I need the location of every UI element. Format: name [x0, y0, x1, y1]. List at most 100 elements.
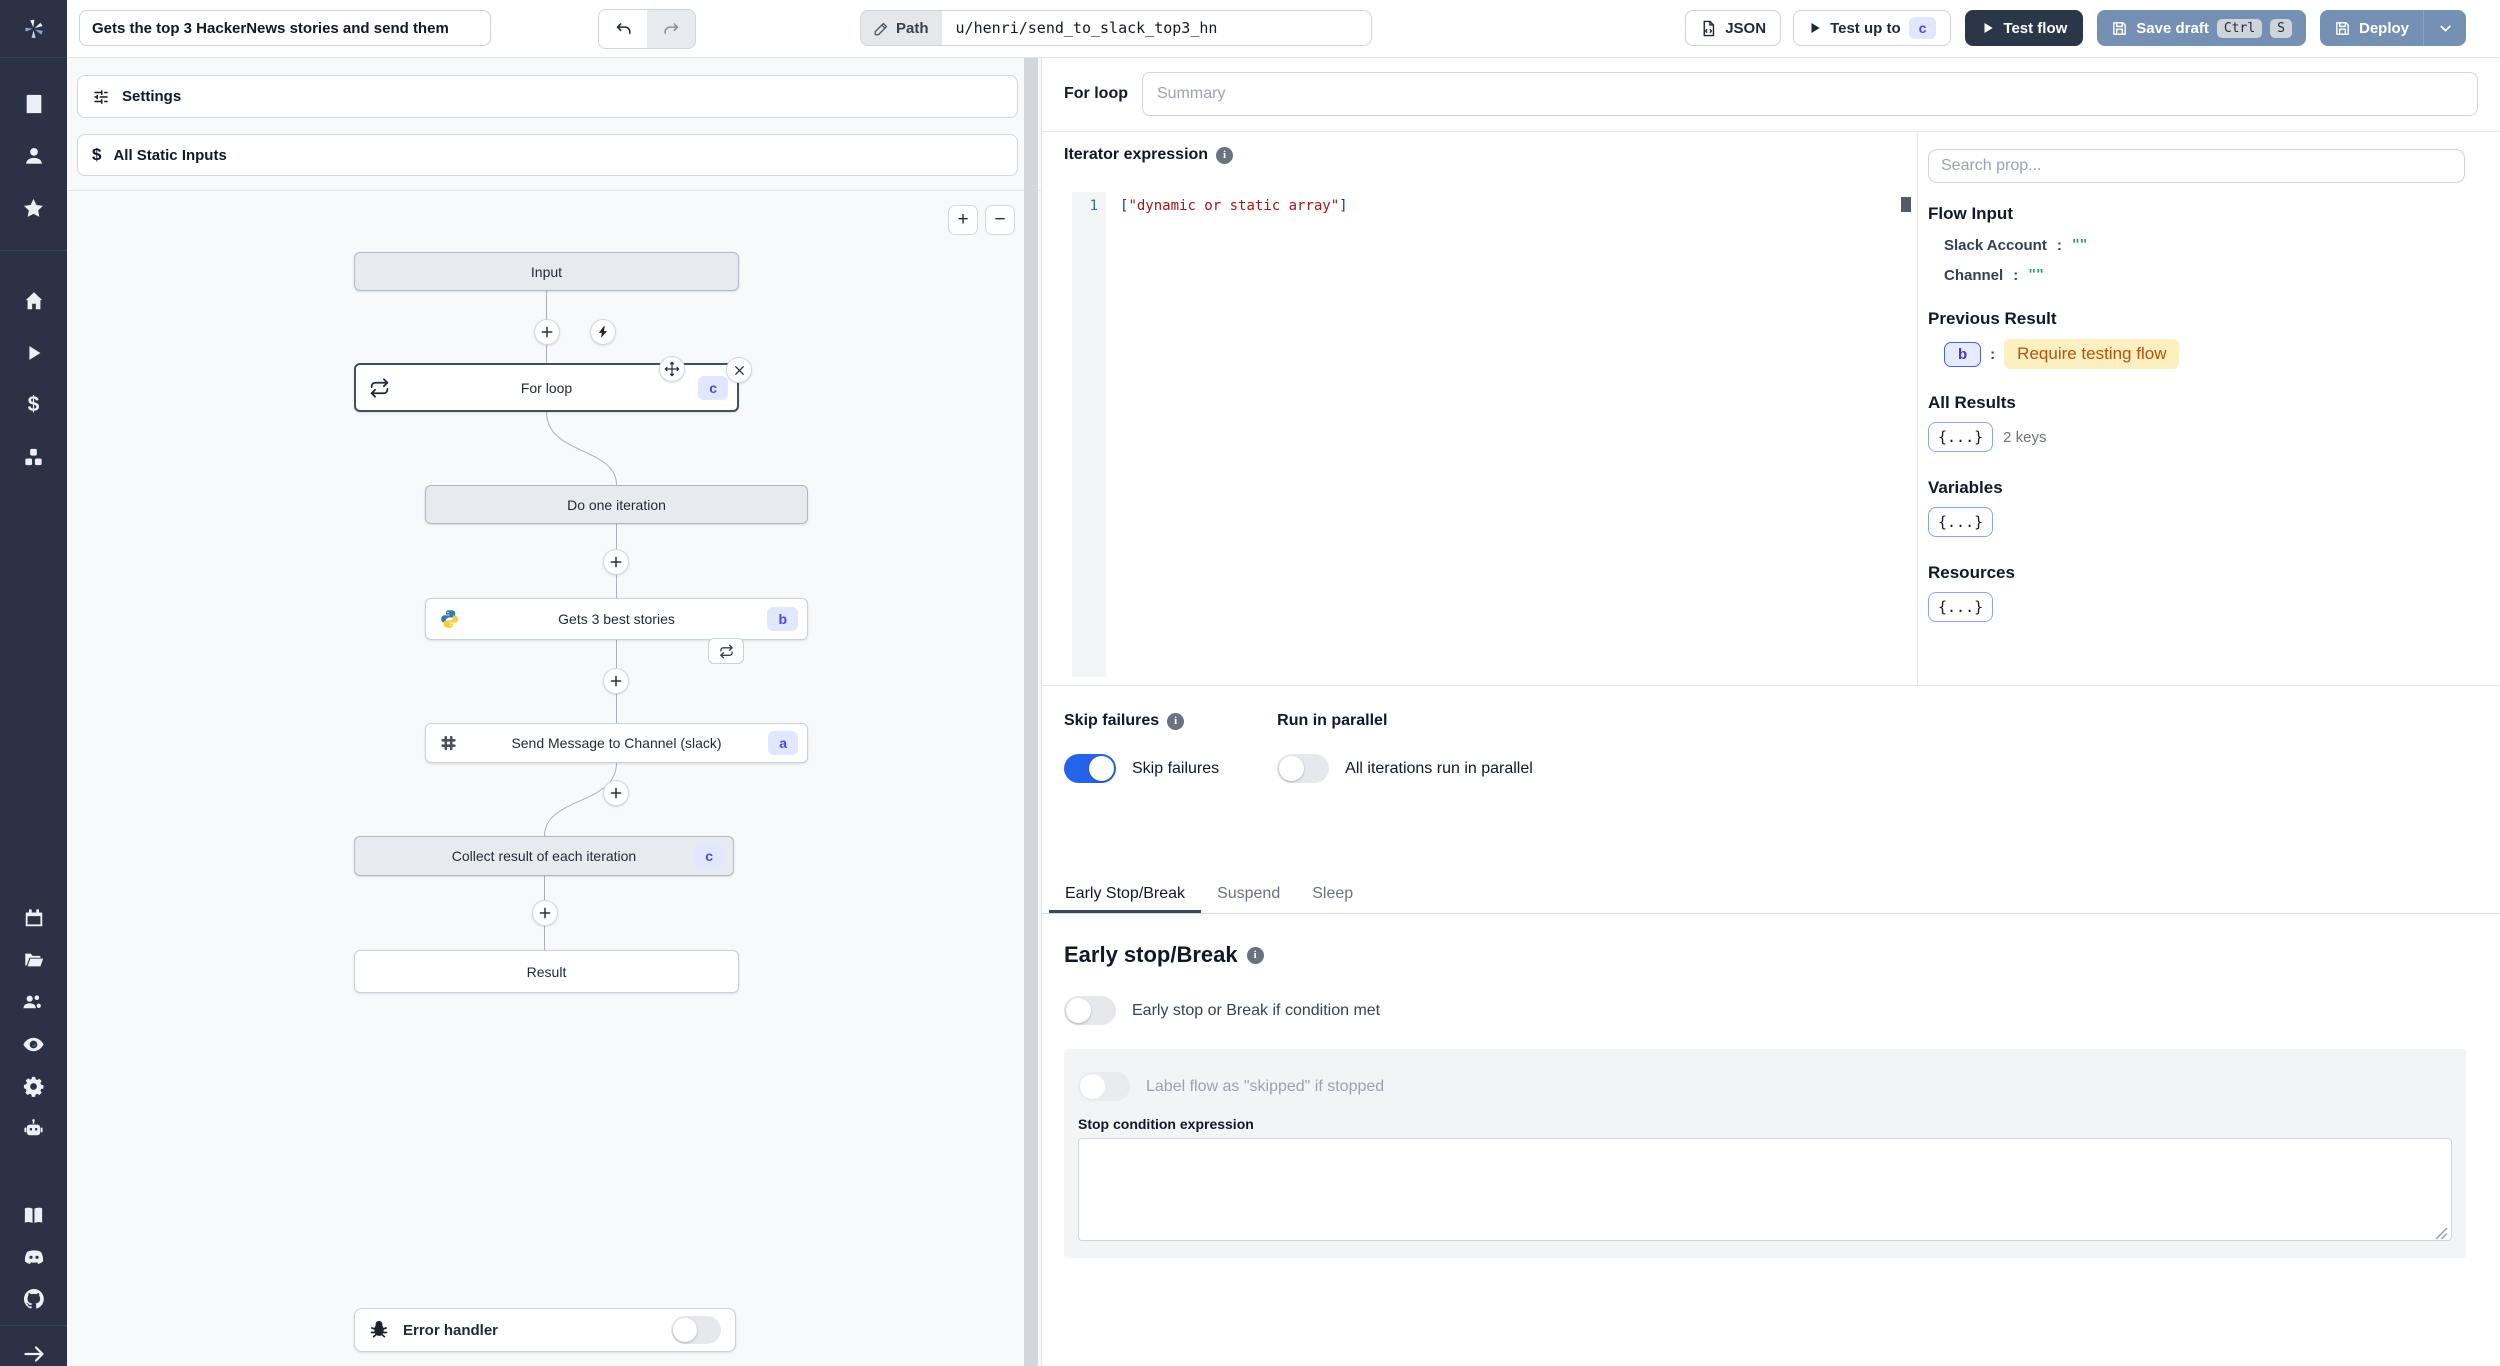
run-in-parallel-toggle[interactable]: [1277, 754, 1330, 783]
early-stop-toggle[interactable]: [1064, 996, 1116, 1025]
deploy-button[interactable]: Deploy: [2320, 10, 2423, 46]
move-step-button[interactable]: [659, 356, 685, 382]
file-icon: [1703, 20, 1715, 36]
info-icon[interactable]: i: [1216, 146, 1234, 164]
iterator-expression-label: Iterator expression: [1064, 146, 1209, 163]
user-icon[interactable]: [22, 144, 46, 168]
all-results-title: All Results: [1928, 393, 2016, 412]
insert-step-button[interactable]: [534, 319, 560, 345]
zoom-out-button[interactable]: −: [985, 205, 1015, 235]
skip-failures-label: Skip failures: [1132, 759, 1220, 777]
stop-condition-label: Stop condition expression: [1078, 1116, 1254, 1132]
schedules-calendar-icon[interactable]: [22, 906, 46, 930]
all-static-inputs-row[interactable]: $ All Static Inputs: [77, 134, 1018, 176]
plus-icon: [541, 326, 553, 338]
all-results-object-chip[interactable]: {...}: [1928, 422, 1994, 452]
zoom-in-button[interactable]: +: [948, 205, 978, 235]
prop-row-channel[interactable]: Channel : "": [1928, 267, 2465, 284]
path-field[interactable]: Path u/henri/send_to_slack_top3_hn: [860, 10, 1372, 46]
windmill-logo[interactable]: [0, 0, 67, 58]
bug-icon: [370, 1320, 388, 1338]
folders-icon[interactable]: [22, 948, 46, 972]
require-testing-warning: Require testing flow: [2004, 339, 2180, 369]
step-header: For loop: [1042, 57, 2500, 132]
early-stop-disabled-box: Label flow as "skipped" if stopped Stop …: [1064, 1049, 2466, 1258]
discord-icon[interactable]: [22, 1245, 46, 1269]
play-icon: [1984, 23, 1994, 33]
save-draft-button[interactable]: Save draft Ctrl S: [2097, 10, 2306, 46]
label-skipped-label: Label flow as "skipped" if stopped: [1146, 1077, 1385, 1095]
flow-canvas[interactable]: Settings $ All Static Inputs + − Input F…: [67, 57, 1042, 1366]
repeat-icon: [719, 644, 733, 658]
sidebar-divider: [0, 250, 67, 251]
tab-suspend[interactable]: Suspend: [1201, 874, 1296, 913]
label-skipped-toggle[interactable]: [1078, 1072, 1130, 1101]
early-stop-toggle-label: Early stop or Break if condition met: [1132, 1001, 1381, 1019]
canvas-scrollbar[interactable]: [1024, 57, 1038, 1366]
redo-button[interactable]: [647, 10, 695, 48]
retry-settings-chip[interactable]: [708, 638, 744, 664]
node-result[interactable]: Result: [354, 950, 739, 993]
flow-settings-row[interactable]: Settings: [77, 75, 1018, 118]
settings-gear-icon[interactable]: [22, 1074, 46, 1098]
summary-input[interactable]: [1141, 72, 2478, 116]
pencil-icon: [874, 22, 888, 35]
insert-step-button[interactable]: [603, 668, 629, 694]
info-icon[interactable]: i: [1167, 712, 1185, 730]
favorites-star-icon[interactable]: [22, 196, 46, 220]
stop-condition-textarea[interactable]: [1078, 1138, 2452, 1241]
variables-dollar-icon[interactable]: $: [22, 393, 46, 417]
step-ref-chip[interactable]: b: [1944, 341, 1982, 367]
node-gets-3-best-stories[interactable]: Gets 3 best stories b: [425, 598, 808, 640]
node-send-message-slack[interactable]: Send Message to Channel (slack) a: [425, 723, 808, 763]
prop-row-slack-account[interactable]: Slack Account : "": [1928, 237, 2465, 254]
editor-code-line[interactable]: ["dynamic or static array"]: [1106, 192, 1899, 677]
runs-play-icon[interactable]: [22, 341, 46, 365]
search-prop-input[interactable]: [1928, 149, 2465, 183]
all-static-inputs-label: All Static Inputs: [113, 146, 227, 164]
undo-button[interactable]: [599, 10, 647, 48]
error-handler-node[interactable]: Error handler: [354, 1308, 736, 1352]
deploy-dropdown-button[interactable]: [2424, 10, 2466, 46]
groups-icon[interactable]: [22, 990, 46, 1014]
insert-step-button[interactable]: [532, 900, 558, 926]
node-input[interactable]: Input: [354, 252, 739, 291]
info-icon[interactable]: i: [1246, 946, 1264, 964]
topbar: Path u/henri/send_to_slack_top3_hn JSON …: [67, 0, 2500, 58]
variables-object-chip[interactable]: {...}: [1928, 507, 1994, 537]
expand-arrow-icon[interactable]: [22, 1342, 46, 1366]
test-flow-button[interactable]: Test flow: [1965, 10, 2084, 46]
flow-title-input[interactable]: [79, 10, 491, 46]
code-editor[interactable]: 1 ["dynamic or static array"]: [1072, 192, 1913, 677]
editor-scroll-indicator[interactable]: [1901, 197, 1911, 212]
workers-robot-icon[interactable]: [22, 1116, 46, 1140]
context-props-panel: Flow Input Slack Account : "" Channel : …: [1917, 132, 2500, 685]
save-icon: [2113, 21, 2127, 35]
tab-sleep[interactable]: Sleep: [1296, 874, 1369, 913]
resources-object-chip[interactable]: {...}: [1928, 592, 1994, 622]
resources-boxes-icon[interactable]: [22, 445, 46, 469]
node-do-one-iteration[interactable]: Do one iteration: [425, 485, 808, 524]
run-in-parallel-label: All iterations run in parallel: [1345, 759, 1533, 777]
path-label: Path: [896, 19, 929, 37]
error-handler-toggle[interactable]: [671, 1316, 721, 1344]
path-value[interactable]: u/henri/send_to_slack_top3_hn: [941, 11, 1371, 45]
step-id-badge: c: [698, 375, 728, 400]
previous-result-row: b : Require testing flow: [1928, 339, 2465, 369]
insert-step-button[interactable]: [603, 780, 629, 806]
node-collect-result[interactable]: Collect result of each iteration c: [354, 836, 734, 876]
play-icon: [1811, 23, 1820, 33]
audit-eye-icon[interactable]: [22, 1032, 46, 1056]
skip-failures-toggle[interactable]: [1064, 754, 1116, 783]
docs-book-icon[interactable]: [22, 1203, 46, 1227]
tab-early-stop-break[interactable]: Early Stop/Break: [1049, 874, 1201, 913]
json-button[interactable]: JSON: [1685, 10, 1782, 46]
test-up-to-button[interactable]: Test up to c: [1793, 10, 1952, 46]
workspace-icon[interactable]: [22, 92, 46, 116]
editor-line-numbers: 1: [1072, 192, 1106, 677]
insert-step-button[interactable]: [603, 549, 629, 575]
github-icon[interactable]: [22, 1287, 46, 1311]
delete-step-button[interactable]: [726, 357, 752, 383]
home-icon[interactable]: [22, 289, 46, 313]
trigger-bolt-button[interactable]: [590, 319, 616, 345]
